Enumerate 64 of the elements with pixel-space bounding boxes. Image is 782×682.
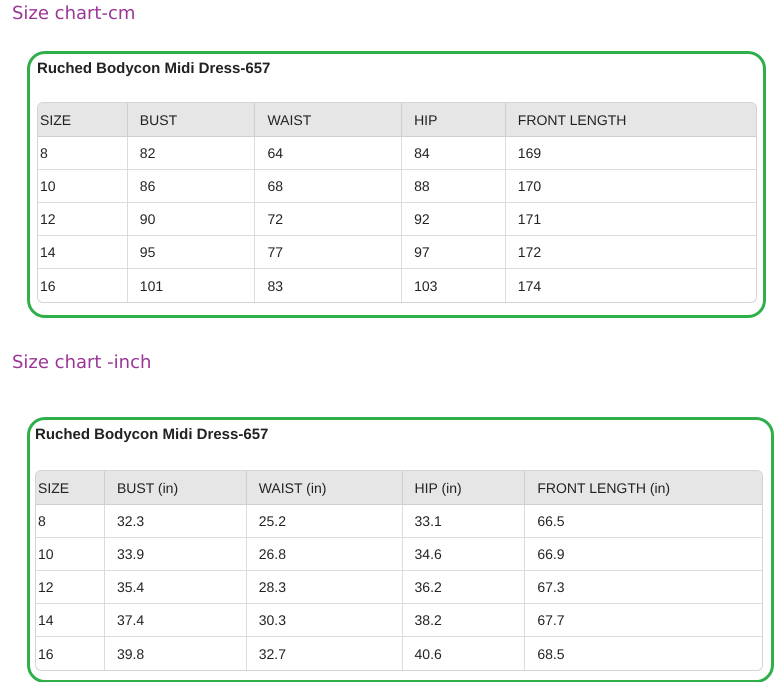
column-header: FRONT LENGTH	[506, 103, 756, 137]
table-cell: 67.3	[525, 571, 762, 604]
table-cell: 10	[38, 170, 128, 203]
table-cell: 16	[38, 269, 128, 302]
table-cell: 36.2	[402, 571, 526, 604]
table-cell: 12	[36, 571, 105, 604]
table-cell: 90	[128, 203, 256, 236]
table-cell: 101	[128, 269, 256, 302]
column-header: HIP (in)	[402, 471, 526, 505]
table-cell: 32.3	[104, 505, 247, 538]
table-cell: 28.3	[246, 571, 403, 604]
table-cell: 86	[128, 170, 256, 203]
table-cell-text: 68.5	[536, 644, 566, 664]
table-cell: 77	[255, 236, 402, 269]
table-cell: 39.8	[104, 637, 247, 670]
column-header: WAIST (in)	[246, 471, 403, 505]
table-cell: 12	[38, 203, 128, 236]
table-title: Ruched Bodycon Midi Dress-657	[37, 59, 270, 79]
table-cell: 26.8	[246, 538, 403, 571]
table-cell: 83	[255, 269, 402, 302]
table-cell: 72	[255, 203, 402, 236]
table-cell: 30.3	[246, 604, 403, 637]
table-cell: 40.6	[402, 637, 526, 670]
table-title: Ruched Bodycon Midi Dress-657	[35, 425, 268, 445]
table-cell: 64	[255, 137, 402, 170]
table-cell: 68	[255, 170, 402, 203]
table-cell: 38.2	[402, 604, 526, 637]
table-cell-text: 174	[516, 276, 542, 296]
table-cell: 25.2	[246, 505, 403, 538]
table-cell: 67.7	[525, 604, 762, 637]
table-cell: 169	[506, 137, 756, 170]
table-cell: 8	[38, 137, 128, 170]
column-header: HIP	[402, 103, 506, 137]
table-cell: 92	[402, 203, 506, 236]
table-cell: 172	[506, 236, 756, 269]
table-cell: 14	[38, 236, 128, 269]
column-header: WAIST	[255, 103, 402, 137]
table-cell: 103	[402, 269, 506, 302]
table-cell: 66.5	[525, 505, 762, 538]
table-cell: 171	[506, 203, 756, 236]
table-cell: 88	[402, 170, 506, 203]
table-cell: 34.6	[402, 538, 526, 571]
table-cell: 10	[36, 538, 105, 571]
table-cell: 33.1	[402, 505, 526, 538]
column-header: SIZE	[38, 103, 128, 137]
section-heading: Size chart-cm	[11, 2, 136, 26]
table-cell: 66.9	[525, 538, 762, 571]
table-cell: 97	[402, 236, 506, 269]
table-cell: 37.4	[104, 604, 247, 637]
section-heading: Size chart -inch	[11, 351, 152, 375]
table-cell: 35.4	[104, 571, 247, 604]
table-cell: 14	[36, 604, 105, 637]
column-header: SIZE	[36, 471, 105, 505]
table-cell: 16	[36, 637, 105, 670]
table-cell: 170	[506, 170, 756, 203]
column-header: FRONT LENGTH (in)	[525, 471, 762, 505]
table-cell: 33.9	[104, 538, 247, 571]
table-cell: 84	[402, 137, 506, 170]
column-header: BUST (in)	[104, 471, 247, 505]
table-cell: 82	[128, 137, 256, 170]
column-header: BUST	[128, 103, 256, 137]
table-cell: 95	[128, 236, 256, 269]
table-cell: 8	[36, 505, 105, 538]
table-cell: 32.7	[246, 637, 403, 670]
